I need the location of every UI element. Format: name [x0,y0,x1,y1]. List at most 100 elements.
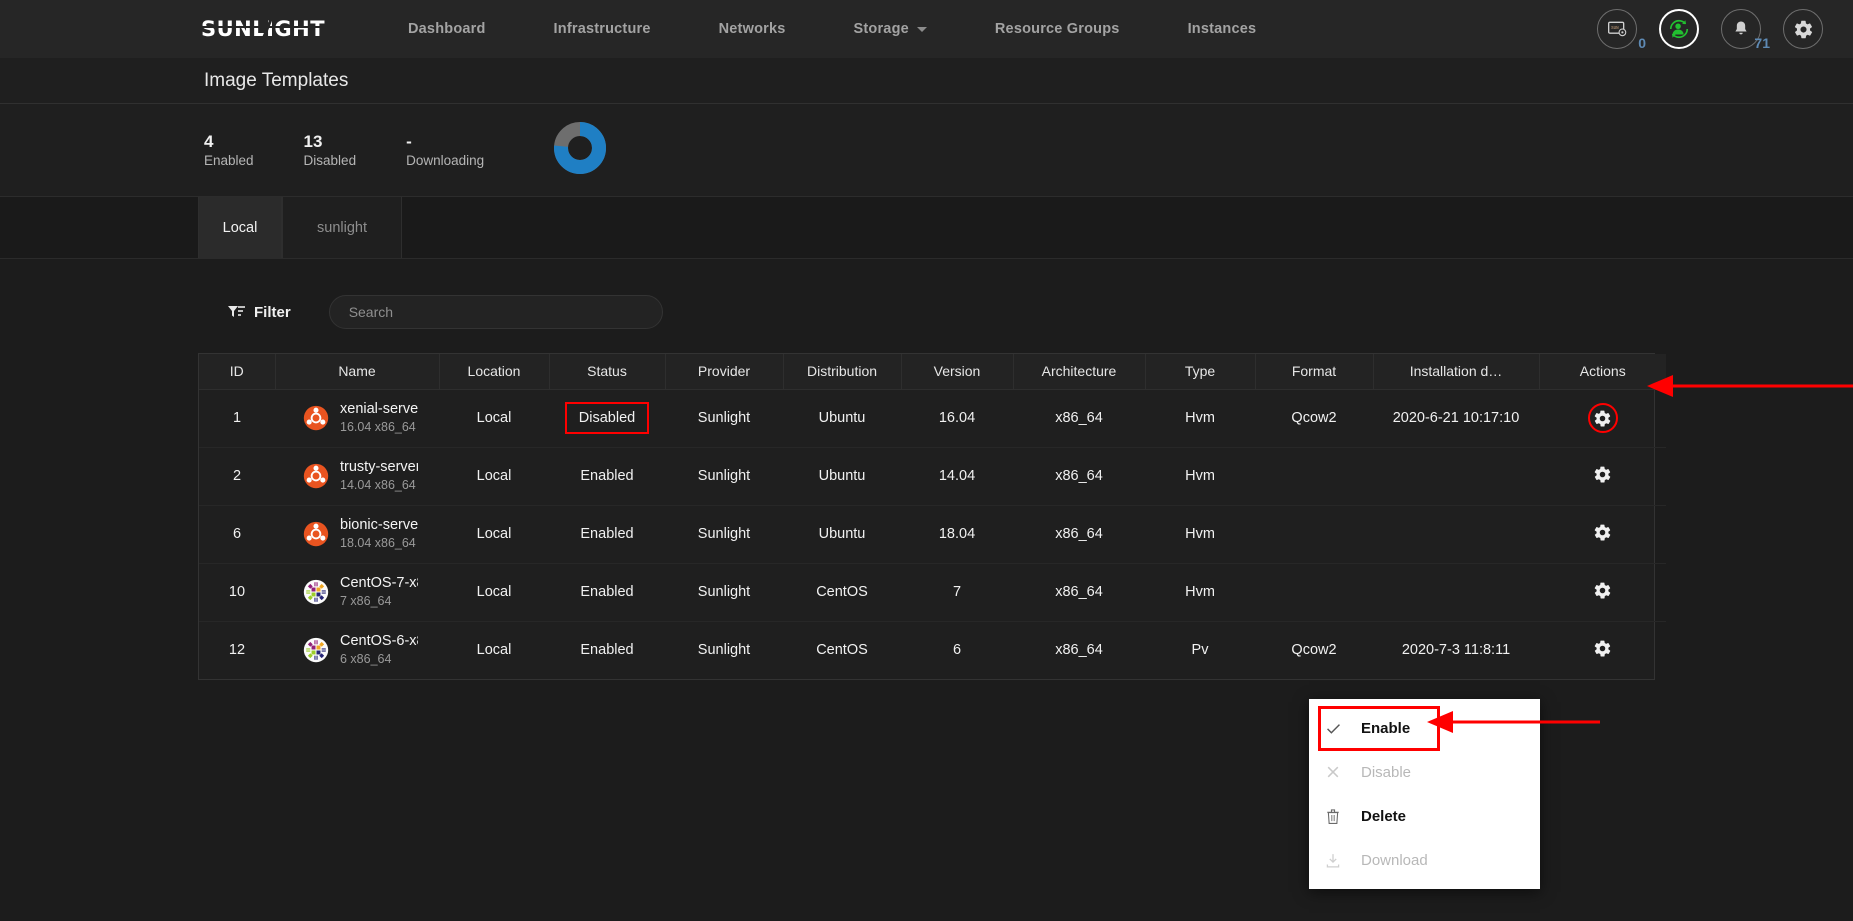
template-name: trusty-server-c [340,459,418,475]
nav-item-dashboard[interactable]: Dashboard [374,21,520,37]
cell-installation-date [1373,505,1539,563]
cell-version: 7 [952,584,962,600]
cell-name: bionic-server- 18.04 x86_64 [275,505,439,563]
template-subtitle: 6 x86_64 [340,652,392,667]
column-header-provider[interactable]: Provider [665,354,784,390]
cell-provider: Sunlight [697,468,751,484]
cell-installation-date [1373,563,1539,621]
nav-item-instances[interactable]: Instances [1154,21,1291,37]
gear-icon [1594,466,1611,482]
cell-type: Hvm [1185,410,1215,426]
search-input[interactable] [328,295,663,329]
sunlight-logo[interactable]: SUNLIGHT [200,13,326,43]
ubuntu-logo-icon [303,521,329,547]
cell-actions [1539,621,1666,679]
cell-location: Local [476,584,512,600]
status-badge-highlighted: Disabled [564,402,650,434]
nav-item-infrastructure[interactable]: Infrastructure [520,21,685,37]
filter-button[interactable]: Filter [228,304,291,321]
cell-format: Qcow2 [1291,642,1337,659]
nav-label: Instances [1187,21,1257,37]
logo-bar-decoration [200,26,326,28]
stat-downloading: - Downloading [406,131,484,170]
column-header-format[interactable]: Format [1255,354,1374,390]
user-sync-button[interactable] [1659,9,1699,49]
tab-bar: Local sunlight [0,197,1853,259]
cell-distribution: Ubuntu [818,468,866,484]
template-name: CentOS-7-x86_ [340,575,418,591]
cell-name: xenial-server-c 16.04 x86_64 [275,389,439,447]
template-subtitle: 7 x86_64 [340,594,392,608]
cell-location: Local [476,468,512,484]
nav-item-storage[interactable]: Storage [820,21,961,37]
filter-icon [228,306,245,317]
stat-disabled: 13 Disabled [304,131,357,170]
cell-architecture: x86_64 [1055,642,1103,659]
column-header-name[interactable]: Name [275,354,440,390]
stat-enabled: 4 Enabled [204,131,254,170]
svg-text:SUN: SUN [1611,27,1619,31]
console-badge: 0 [1638,35,1646,51]
column-header-distribution[interactable]: Distribution [783,354,902,390]
table-row[interactable]: 10 CentOS-7-x86_ 7 x86_64 Local Enabled [199,563,1666,621]
console-icon: SUN [1608,21,1627,37]
status-badge: Enabled [580,526,634,542]
stat-value: - [406,131,412,151]
nav-item-resource-groups[interactable]: Resource Groups [961,21,1154,37]
nav-label: Networks [718,21,786,37]
cell-status: Disabled [549,389,665,447]
settings-button[interactable] [1783,9,1823,49]
cell-id: 6 [232,526,242,542]
cell-actions [1539,389,1666,447]
column-header-type[interactable]: Type [1145,354,1256,390]
table-toolbar: Filter [228,259,1853,329]
table-row[interactable]: 6 bionic-server- 18.04 x86_64 Local Enab… [199,505,1666,563]
notifications-bell-icon [1735,21,1747,35]
console-button[interactable]: SUN [1597,9,1637,49]
menu-item-enable[interactable]: Enable [1309,706,1540,750]
cell-distribution: CentOS [816,642,868,659]
user-sync-icon [1669,19,1689,39]
nav-label: Dashboard [408,21,486,37]
cell-type: Hvm [1185,584,1215,600]
cell-architecture: x86_64 [1055,584,1103,600]
cell-actions [1539,563,1666,621]
gear-icon [1594,582,1611,598]
row-actions-gear[interactable] [1593,639,1612,658]
table-row[interactable]: 1 xenial-server-c 16.04 x86_64 Local Dis… [199,389,1666,447]
row-actions-gear[interactable] [1593,523,1612,542]
cell-id: 1 [232,410,242,426]
tab-local[interactable]: Local [198,197,282,258]
table-header-row: ID Name Location Status Provider Distrib… [199,354,1666,390]
cell-distribution: Ubuntu [818,410,866,426]
cell-actions [1539,447,1666,505]
cell-format [1255,505,1373,563]
stat-label: Enabled [204,152,254,168]
menu-item-delete[interactable]: Delete [1309,794,1540,838]
column-header-installation-date[interactable]: Installation d… [1373,354,1540,390]
column-header-version[interactable]: Version [901,354,1014,390]
trash-icon [1323,808,1343,825]
cell-provider: Sunlight [697,526,751,542]
table-row[interactable]: 2 trusty-server-c 14.04 x86_64 Local Ena… [199,447,1666,505]
table-row[interactable]: 12 CentOS-6-x86_ 6 x86_64 Local Enabled [199,621,1666,679]
menu-item-download: Download [1309,838,1540,882]
column-header-id[interactable]: ID [199,354,276,390]
nav-item-networks[interactable]: Networks [685,21,820,37]
main-nav: Dashboard Infrastructure Networks Storag… [374,21,1290,37]
template-name: xenial-server-c [340,401,418,417]
column-header-status[interactable]: Status [549,354,666,390]
menu-item-disable: Disable [1309,750,1540,794]
gear-icon [1594,640,1611,657]
stat-label: Downloading [406,152,485,168]
row-actions-gear-highlighted[interactable] [1587,403,1618,433]
tab-sunlight[interactable]: sunlight [282,197,402,258]
column-header-location[interactable]: Location [439,354,550,390]
row-actions-gear[interactable] [1593,581,1612,600]
cell-type: Pv [1191,642,1209,659]
column-header-architecture[interactable]: Architecture [1013,354,1146,390]
row-actions-gear[interactable] [1593,465,1612,484]
status-badge: Enabled [580,584,634,600]
cell-version: 16.04 [938,410,976,426]
filter-label: Filter [254,303,291,321]
